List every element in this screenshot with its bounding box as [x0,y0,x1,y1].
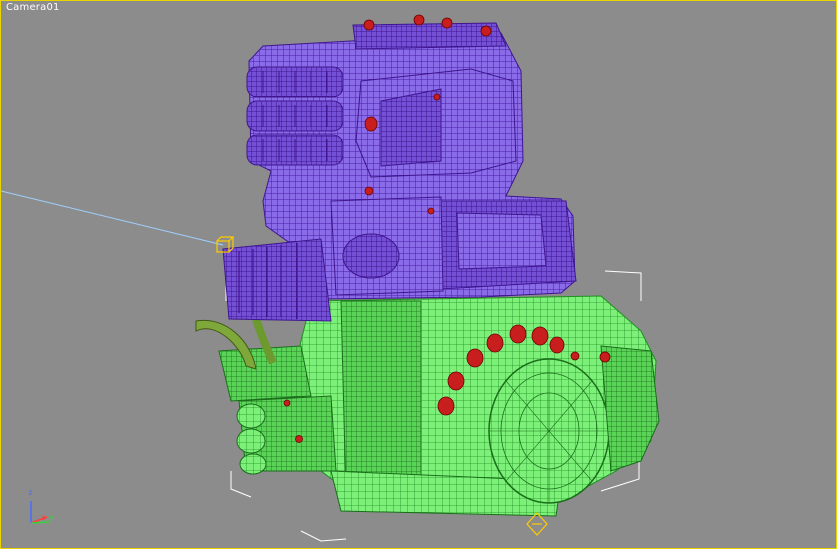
axis-label-z: z [28,488,33,497]
camera-icon[interactable] [526,512,548,536]
camera-target-line [1,190,224,246]
scene-canvas[interactable] [1,1,836,548]
axis-gizmo [30,501,50,524]
camera-viewport[interactable]: Camera01 z x y [0,0,837,549]
engine-lower-block[interactable] [195,295,660,517]
axis-label-x: x [41,513,46,522]
axis-label-y: y [49,513,54,522]
engine-upper-head[interactable] [222,22,577,322]
